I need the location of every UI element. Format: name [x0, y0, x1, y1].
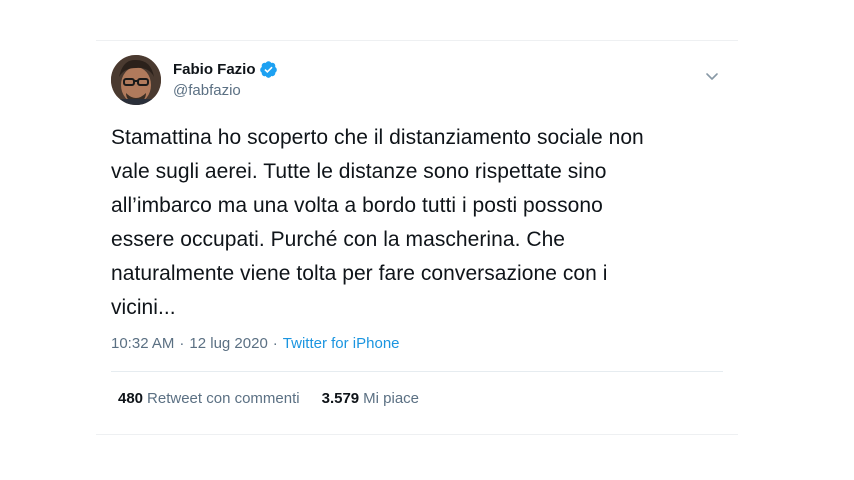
retweets-label: Retweet con commenti — [147, 390, 300, 407]
divider — [111, 371, 723, 372]
display-name[interactable]: Fabio Fazio — [173, 61, 256, 78]
author-names: Fabio Fazio @fabfazio — [173, 58, 278, 99]
likes-stat[interactable]: 3.579 Mi piace — [322, 390, 419, 407]
retweets-count: 480 — [118, 390, 144, 407]
tweet-text: Stamattina ho scoperto che il distanziam… — [111, 126, 644, 319]
retweets-stat[interactable]: 480 Retweet con commenti — [118, 390, 300, 407]
likes-count: 3.579 — [321, 390, 360, 407]
profile-photo-icon — [111, 55, 161, 105]
tweet-header: Fabio Fazio @fabfazio — [111, 55, 723, 109]
verified-badge-icon — [259, 60, 278, 79]
tweet-date[interactable]: 12 lug 2020 — [189, 335, 267, 352]
meta-separator: · — [272, 335, 278, 352]
avatar[interactable] — [111, 55, 161, 105]
tweet-source-link[interactable]: Twitter for iPhone — [283, 335, 400, 352]
tweet-metadata: 10:32 AM · 12 lug 2020 · Twitter for iPh… — [111, 335, 400, 352]
tweet-card: Fabio Fazio @fabfazio Stamattina ho scop… — [96, 40, 738, 435]
tweet-stats: 480 Retweet con commenti 3.579 Mi piace — [118, 390, 441, 407]
chevron-down-icon[interactable] — [703, 67, 721, 85]
author-handle[interactable]: @fabfazio — [173, 82, 278, 99]
tweet-time[interactable]: 10:32 AM — [111, 335, 174, 352]
meta-separator: · — [179, 335, 185, 352]
display-name-row: Fabio Fazio — [173, 58, 278, 80]
likes-label: Mi piace — [363, 390, 420, 407]
